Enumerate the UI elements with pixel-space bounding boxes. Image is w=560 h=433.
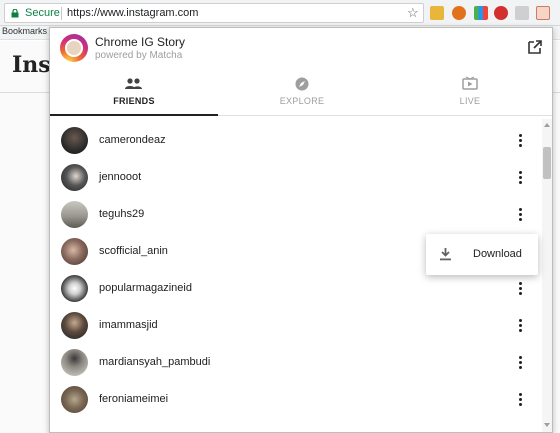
extension-grid-icon[interactable] xyxy=(430,6,444,20)
username[interactable]: imammasjid xyxy=(99,319,158,331)
list-item[interactable]: imammasjid xyxy=(50,307,542,344)
friends-list: camerondeaz jennooot teguhs29 scofficial… xyxy=(50,119,542,432)
username[interactable]: teguhs29 xyxy=(99,208,144,220)
open-in-new-icon[interactable] xyxy=(527,39,543,55)
username[interactable]: camerondeaz xyxy=(99,134,166,146)
extension-popup: Chrome IG Story powered by Matcha FRIEND… xyxy=(49,27,553,433)
avatar[interactable] xyxy=(61,201,88,228)
username[interactable]: mardiansyah_pambudi xyxy=(99,356,210,368)
more-vert-icon[interactable] xyxy=(515,206,527,223)
scrollbar[interactable] xyxy=(542,119,552,432)
download-menu-item[interactable]: Download xyxy=(473,248,522,260)
avatar[interactable] xyxy=(61,386,88,413)
lock-icon xyxy=(11,9,19,18)
url-text[interactable]: https://www.instagram.com xyxy=(67,7,198,19)
scroll-down-arrow-icon[interactable] xyxy=(544,423,550,427)
username[interactable]: scofficial_anin xyxy=(99,245,168,257)
bookmarks-label[interactable]: Bookmarks xyxy=(2,26,47,36)
more-vert-icon[interactable] xyxy=(515,132,527,149)
app-subtitle: powered by Matcha xyxy=(95,50,183,61)
tab-friends[interactable]: FRIENDS xyxy=(50,72,218,116)
list-item[interactable]: jennooot xyxy=(50,159,542,196)
browser-toolbar: Secure https://www.instagram.com ☆ xyxy=(0,0,560,26)
live-tv-icon xyxy=(462,76,478,90)
list-item[interactable]: feroniameimei xyxy=(50,381,542,418)
avatar[interactable] xyxy=(61,238,88,265)
app-logo-icon xyxy=(60,34,88,62)
app-logo-avatar xyxy=(65,39,83,57)
more-vert-icon[interactable] xyxy=(515,280,527,297)
app-title: Chrome IG Story xyxy=(95,35,186,49)
avatar[interactable] xyxy=(61,127,88,154)
popup-header: Chrome IG Story powered by Matcha xyxy=(50,28,552,72)
people-icon xyxy=(125,78,142,89)
tab-friends-label: FRIENDS xyxy=(113,96,155,106)
bookmark-star-icon[interactable]: ☆ xyxy=(407,5,419,21)
compass-icon xyxy=(295,77,309,91)
extension-chart-icon[interactable] xyxy=(474,6,488,20)
list-item[interactable]: mardiansyah_pambudi xyxy=(50,344,542,381)
address-bar[interactable]: Secure https://www.instagram.com ☆ xyxy=(4,3,424,23)
scroll-up-arrow-icon[interactable] xyxy=(544,123,550,127)
scrollbar-thumb[interactable] xyxy=(543,147,551,179)
list-item[interactable]: teguhs29 xyxy=(50,196,542,233)
context-menu: Download xyxy=(426,234,538,275)
tab-bar: FRIENDS EXPLORE LIVE xyxy=(50,72,552,116)
tab-explore-label: EXPLORE xyxy=(279,96,325,106)
avatar[interactable] xyxy=(61,312,88,339)
more-vert-icon[interactable] xyxy=(515,317,527,334)
extension-comment-icon[interactable] xyxy=(515,6,529,20)
download-icon xyxy=(440,248,451,261)
avatar[interactable] xyxy=(61,349,88,376)
avatar[interactable] xyxy=(61,275,88,302)
more-vert-icon[interactable] xyxy=(515,391,527,408)
list-item[interactable]: camerondeaz xyxy=(50,122,542,159)
extension-ig-story-icon[interactable] xyxy=(536,6,550,20)
active-tab-indicator xyxy=(50,114,218,116)
extension-shield-icon[interactable] xyxy=(452,6,466,20)
secure-label: Secure xyxy=(25,7,60,19)
extension-adblock-icon[interactable] xyxy=(494,6,508,20)
username[interactable]: feroniameimei xyxy=(99,393,168,405)
tab-live[interactable]: LIVE xyxy=(386,72,552,116)
more-vert-icon[interactable] xyxy=(515,169,527,186)
tab-explore[interactable]: EXPLORE xyxy=(218,72,386,116)
list-item[interactable]: popularmagazineid xyxy=(50,270,542,307)
tab-live-label: LIVE xyxy=(459,96,481,106)
omnibox-divider xyxy=(61,7,62,20)
username[interactable]: jennooot xyxy=(99,171,141,183)
avatar[interactable] xyxy=(61,164,88,191)
username[interactable]: popularmagazineid xyxy=(99,282,192,294)
more-vert-icon[interactable] xyxy=(515,354,527,371)
